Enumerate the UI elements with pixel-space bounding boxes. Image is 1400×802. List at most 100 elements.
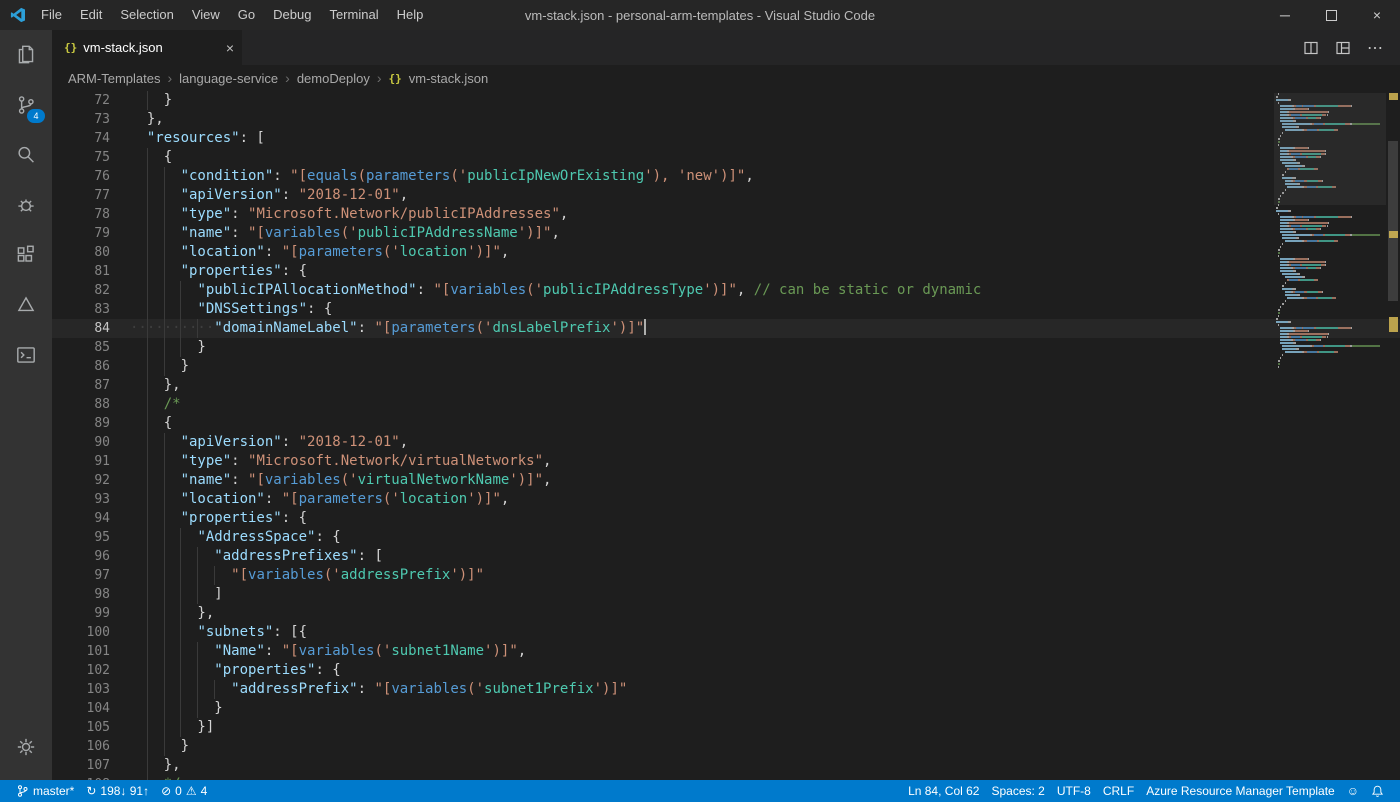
line-number: 89 — [52, 414, 130, 433]
code-line[interactable]: 72 } — [52, 91, 1400, 110]
code-line[interactable]: 94 "properties": { — [52, 509, 1400, 528]
menu-view[interactable]: View — [183, 0, 229, 30]
more-actions-icon[interactable]: ⋯ — [1367, 38, 1384, 58]
line-number: 85 — [52, 338, 130, 357]
code-line[interactable]: 84··········"domainNameLabel": "[paramet… — [52, 319, 1400, 338]
minimap-slider[interactable] — [1274, 93, 1386, 205]
ruler-marker — [1389, 93, 1398, 100]
menu-file[interactable]: File — [32, 0, 71, 30]
window-close-button[interactable]: × — [1354, 0, 1400, 30]
cursor-position-status[interactable]: Ln 84, Col 62 — [902, 784, 985, 798]
menu-help[interactable]: Help — [388, 0, 433, 30]
text-cursor — [644, 319, 646, 335]
code-text: } — [130, 699, 223, 718]
branch-name: master* — [33, 784, 74, 798]
code-line[interactable]: 76 "condition": "[equals(parameters('pub… — [52, 167, 1400, 186]
tab-bar: {} vm-stack.json × ⋯ — [52, 30, 1400, 65]
sync-status[interactable]: ↻ 198↓ 91↑ — [80, 784, 155, 798]
activity-bar-debug[interactable] — [0, 180, 52, 230]
activity-bar-search[interactable] — [0, 130, 52, 180]
code-line[interactable]: 104 } — [52, 699, 1400, 718]
code-line[interactable]: 82 "publicIPAllocationMethod": "[variabl… — [52, 281, 1400, 300]
line-number: 94 — [52, 509, 130, 528]
code-line[interactable]: 77 "apiVersion": "2018-12-01", — [52, 186, 1400, 205]
split-editor-icon[interactable] — [1303, 40, 1319, 56]
code-line[interactable]: 103 "addressPrefix": "[variables('subnet… — [52, 680, 1400, 699]
activity-bar-source-control[interactable]: 4 — [0, 80, 52, 130]
code-text: "name": "[variables('virtualNetworkName'… — [130, 471, 551, 490]
menu-edit[interactable]: Edit — [71, 0, 111, 30]
eol-status[interactable]: CRLF — [1097, 784, 1140, 798]
feedback-smiley-icon[interactable]: ☺ — [1341, 784, 1365, 798]
menu-selection[interactable]: Selection — [111, 0, 182, 30]
breadcrumb-item-file[interactable]: vm-stack.json — [409, 71, 488, 86]
code-line[interactable]: 108 */ — [52, 775, 1400, 780]
code-text: "[variables('addressPrefix')]" — [130, 566, 484, 585]
activity-bar-arm-tools[interactable] — [0, 280, 52, 330]
tab-close-icon[interactable]: × — [226, 40, 234, 56]
activity-bar-extensions[interactable] — [0, 230, 52, 280]
activity-bar-settings[interactable] — [0, 722, 52, 772]
activity-bar-explorer[interactable] — [0, 30, 52, 80]
code-line[interactable]: 87 }, — [52, 376, 1400, 395]
code-line[interactable]: 105 }] — [52, 718, 1400, 737]
menu-terminal[interactable]: Terminal — [320, 0, 387, 30]
window-maximize-button[interactable] — [1308, 0, 1354, 30]
code-line[interactable]: 102 "properties": { — [52, 661, 1400, 680]
line-number: 108 — [52, 775, 130, 780]
notifications-bell-icon[interactable] — [1365, 784, 1390, 798]
git-branch-status[interactable]: master* — [10, 784, 80, 798]
activity-bar-terminal[interactable] — [0, 330, 52, 380]
breadcrumb-item-demodeploy[interactable]: demoDeploy — [297, 71, 370, 86]
code-line[interactable]: 99 }, — [52, 604, 1400, 623]
code-line[interactable]: 97 "[variables('addressPrefix')]" — [52, 566, 1400, 585]
code-line[interactable]: 74 "resources": [ — [52, 129, 1400, 148]
code-text: ] — [130, 585, 223, 604]
code-line[interactable]: 88 /* — [52, 395, 1400, 414]
code-text: } — [130, 357, 189, 376]
code-line[interactable]: 83 "DNSSettings": { — [52, 300, 1400, 319]
menu-debug[interactable]: Debug — [264, 0, 320, 30]
line-number: 84 — [52, 319, 130, 338]
code-line[interactable]: 73 }, — [52, 110, 1400, 129]
scrollbar-thumb[interactable] — [1388, 141, 1398, 301]
status-bar-right: Ln 84, Col 62 Spaces: 2 UTF-8 CRLF Azure… — [902, 784, 1390, 798]
code-line[interactable]: 81 "properties": { — [52, 262, 1400, 281]
encoding-status[interactable]: UTF-8 — [1051, 784, 1097, 798]
code-line[interactable]: 85 } — [52, 338, 1400, 357]
code-line[interactable]: 107 }, — [52, 756, 1400, 775]
code-line[interactable]: 91 "type": "Microsoft.Network/virtualNet… — [52, 452, 1400, 471]
editor-layout-icon[interactable] — [1335, 40, 1351, 56]
code-text: "properties": { — [130, 262, 307, 281]
menu-go[interactable]: Go — [229, 0, 264, 30]
code-editor[interactable]: 72 }73 },74 "resources": [75 {76 "condit… — [52, 91, 1400, 780]
tab-vm-stack-json[interactable]: {} vm-stack.json × — [52, 30, 242, 65]
code-line[interactable]: 95 "AddressSpace": { — [52, 528, 1400, 547]
code-line[interactable]: 86 } — [52, 357, 1400, 376]
search-icon — [14, 143, 38, 167]
indentation-status[interactable]: Spaces: 2 — [985, 784, 1050, 798]
code-line[interactable]: 80 "location": "[parameters('location')]… — [52, 243, 1400, 262]
code-line[interactable]: 93 "location": "[parameters('location')]… — [52, 490, 1400, 509]
code-line[interactable]: 79 "name": "[variables('publicIPAddressN… — [52, 224, 1400, 243]
code-line[interactable]: 89 { — [52, 414, 1400, 433]
line-number: 100 — [52, 623, 130, 642]
line-number: 104 — [52, 699, 130, 718]
ruler-marker — [1389, 231, 1398, 238]
code-line[interactable]: 100 "subnets": [{ — [52, 623, 1400, 642]
code-line[interactable]: 78 "type": "Microsoft.Network/publicIPAd… — [52, 205, 1400, 224]
code-line[interactable]: 101 "Name": "[variables('subnet1Name')]"… — [52, 642, 1400, 661]
code-line[interactable]: 75 { — [52, 148, 1400, 167]
breadcrumb-item-language-service[interactable]: language-service — [179, 71, 278, 86]
minimap[interactable] — [1274, 93, 1386, 780]
problems-status[interactable]: ⊘ 0 ⚠ 4 — [155, 784, 213, 798]
language-mode-status[interactable]: Azure Resource Manager Template — [1140, 784, 1341, 798]
breadcrumb-item-arm-templates[interactable]: ARM-Templates — [68, 71, 160, 86]
code-line[interactable]: 96 "addressPrefixes": [ — [52, 547, 1400, 566]
window-minimize-button[interactable]: ─ — [1262, 0, 1308, 30]
code-line[interactable]: 90 "apiVersion": "2018-12-01", — [52, 433, 1400, 452]
code-line[interactable]: 98 ] — [52, 585, 1400, 604]
line-number: 75 — [52, 148, 130, 167]
code-line[interactable]: 92 "name": "[variables('virtualNetworkNa… — [52, 471, 1400, 490]
code-line[interactable]: 106 } — [52, 737, 1400, 756]
